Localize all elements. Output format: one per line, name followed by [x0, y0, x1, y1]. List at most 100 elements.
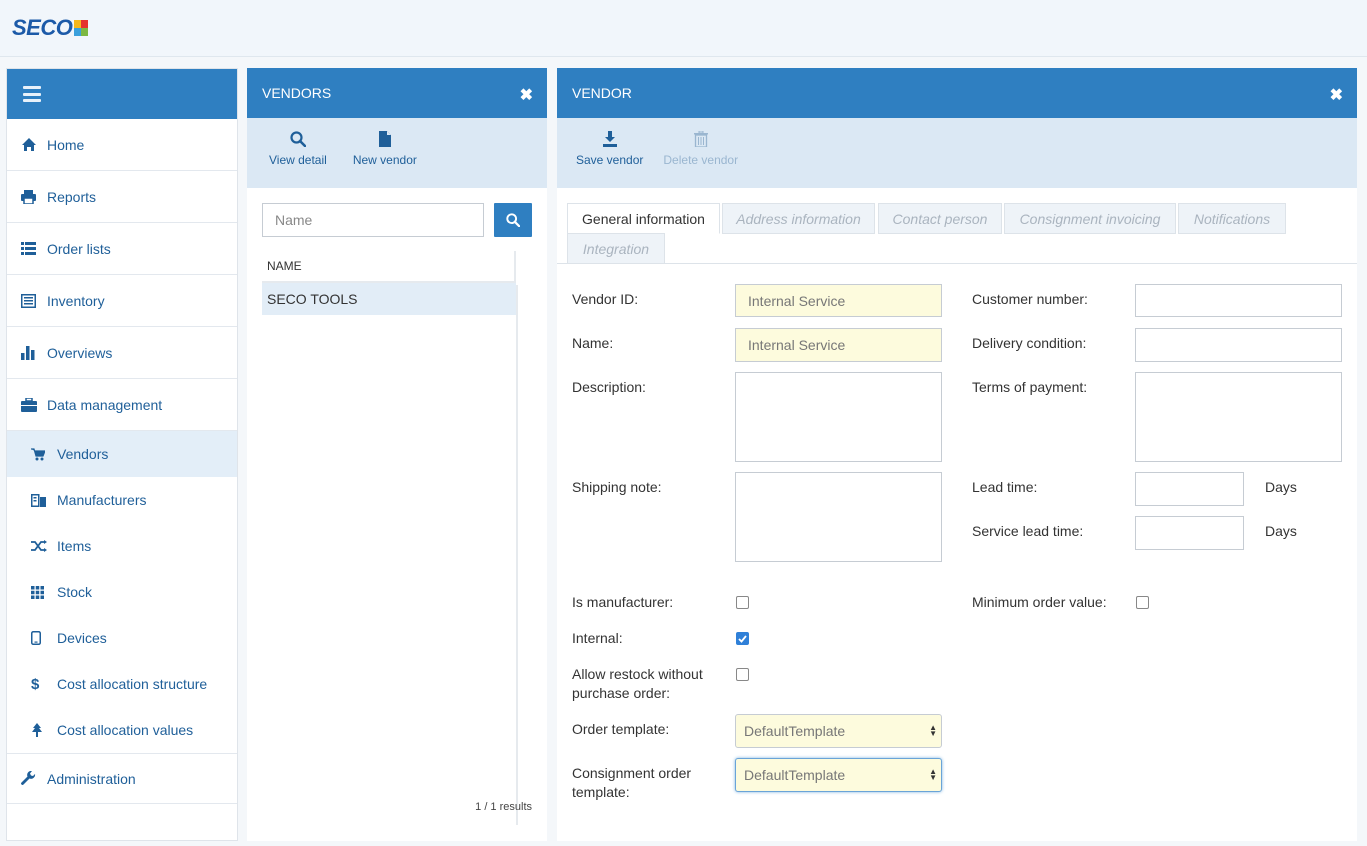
lead-time-label: Lead time:: [972, 479, 1038, 495]
panel-title: VENDOR: [572, 85, 632, 101]
sidebar-item-label: Order lists: [47, 240, 111, 257]
seco-logo[interactable]: SECO: [12, 15, 89, 41]
sidebar-item-label: Cost allocation structure: [57, 676, 208, 692]
view-detail-button[interactable]: View detail: [261, 110, 335, 188]
bar-chart-icon: [21, 345, 47, 360]
sidebar-item-label: Administration: [47, 770, 136, 787]
download-icon: [602, 131, 617, 147]
close-icon[interactable]: ✖: [1330, 85, 1343, 105]
name-label: Name:: [572, 335, 614, 351]
sidebar-item-cost-allocation-values[interactable]: Cost allocation values: [7, 707, 237, 753]
sidebar-item-data-management[interactable]: Data management: [7, 379, 237, 431]
wrench-icon: [21, 771, 47, 786]
save-vendor-button[interactable]: Save vendor: [571, 110, 651, 188]
sidebar-item-stock[interactable]: Stock: [7, 569, 237, 615]
search-icon: [506, 213, 520, 227]
vendor-id-field[interactable]: Internal Service: [735, 284, 942, 317]
vendor-toolbar: Save vendor Delete vendor: [557, 118, 1357, 188]
sidebar-item-label: Reports: [47, 188, 97, 205]
tab-notifications[interactable]: Notifications: [1178, 203, 1286, 234]
panel-title: VENDORS: [262, 85, 332, 101]
tab-contact-person[interactable]: Contact person: [878, 203, 1002, 234]
internal-label: Internal:: [572, 630, 623, 646]
sidebar-item-label: Vendors: [57, 446, 109, 462]
results-count: 1 / 1 results: [475, 801, 532, 813]
grid-icon: [31, 585, 57, 599]
is-manufacturer-checkbox[interactable]: [736, 596, 749, 609]
sidebar-item-home[interactable]: Home: [7, 119, 237, 171]
delete-vendor-button[interactable]: Delete vendor: [655, 110, 746, 188]
tab-address-information[interactable]: Address information: [722, 203, 875, 234]
internal-checkbox[interactable]: [736, 632, 749, 645]
top-bar: SECO: [0, 0, 1367, 57]
service-lead-time-label: Service lead time:: [972, 523, 1084, 539]
home-icon: [21, 137, 47, 152]
sidebar-item-label: Items: [57, 538, 92, 554]
lead-time-field[interactable]: [1135, 472, 1244, 506]
sidebar-item-label: Data management: [47, 396, 163, 413]
delivery-condition-field[interactable]: [1135, 328, 1342, 362]
customer-number-label: Customer number:: [972, 291, 1088, 307]
new-vendor-button[interactable]: New vendor: [345, 110, 425, 188]
sidebar-header: [7, 69, 237, 119]
sidebar-item-cost-allocation-structure[interactable]: $ Cost allocation structure: [7, 661, 237, 707]
tab-general-information[interactable]: General information: [567, 203, 720, 234]
search-button[interactable]: [494, 203, 532, 237]
sidebar-item-reports[interactable]: Reports: [7, 171, 237, 223]
sidebar-item-label: Home: [47, 136, 85, 153]
allow-restock-checkbox[interactable]: [736, 668, 749, 681]
shipping-note-label: Shipping note:: [572, 479, 662, 495]
tab-consignment-invoicing[interactable]: Consignment invoicing: [1004, 203, 1176, 234]
shuffle-icon: [31, 540, 57, 552]
shipping-note-field[interactable]: [735, 472, 942, 562]
name-field[interactable]: Internal Service: [735, 328, 942, 362]
order-template-label: Order template:: [572, 721, 670, 737]
customer-number-field[interactable]: [1135, 284, 1342, 317]
sidebar-item-manufacturers[interactable]: Manufacturers: [7, 477, 237, 523]
terms-of-payment-field[interactable]: [1135, 372, 1342, 462]
sidebar-item-vendors[interactable]: Vendors: [7, 431, 237, 477]
sidebar-item-label: Manufacturers: [57, 492, 147, 508]
tab-integration[interactable]: Integration: [567, 233, 665, 264]
sidebar-item-order-lists[interactable]: Order lists: [7, 223, 237, 275]
close-icon[interactable]: ✖: [520, 85, 533, 105]
sidebar-item-inventory[interactable]: Inventory: [7, 275, 237, 327]
search-input[interactable]: [262, 203, 484, 237]
tabs-divider: [557, 263, 1357, 264]
select-arrows-icon: ▲ ▼: [929, 723, 937, 738]
sidebar-item-administration[interactable]: Administration: [7, 754, 237, 804]
vendor-id-label: Vendor ID:: [572, 291, 639, 307]
logo-mark-icon: [74, 20, 89, 36]
sidebar-item-items[interactable]: Items: [7, 523, 237, 569]
description-field[interactable]: [735, 372, 942, 462]
sidebar-item-label: Overviews: [47, 344, 113, 361]
column-header-name[interactable]: NAME: [262, 251, 516, 283]
inventory-icon: [21, 293, 47, 308]
search-icon: [290, 131, 306, 147]
consignment-template-select[interactable]: DefaultTemplate ▲ ▼: [735, 758, 942, 792]
sidebar-item-overviews[interactable]: Overviews: [7, 327, 237, 379]
scrollbar[interactable]: [516, 285, 518, 825]
is-manufacturer-label: Is manufacturer:: [572, 594, 674, 610]
list-icon: [21, 242, 47, 255]
sidebar-item-devices[interactable]: Devices: [7, 615, 237, 661]
briefcase-icon: [21, 397, 47, 412]
service-lead-time-unit: Days: [1265, 523, 1297, 539]
vendor-panel: VENDOR ✖ Save vendor Delete vendor Gener…: [557, 68, 1357, 841]
table-row[interactable]: SECO TOOLS: [262, 283, 516, 315]
lead-time-unit: Days: [1265, 479, 1297, 495]
file-icon: [378, 131, 391, 147]
dollar-icon: $: [31, 675, 40, 693]
vendors-toolbar: View detail New vendor: [247, 118, 547, 188]
sidebar: Home Reports Order lists Inventory Overv…: [6, 68, 238, 841]
print-icon: [21, 189, 47, 204]
delivery-condition-label: Delivery condition:: [972, 335, 1087, 351]
sidebar-item-label: Stock: [57, 584, 93, 600]
service-lead-time-field[interactable]: [1135, 516, 1244, 550]
minimum-order-value-label: Minimum order value:: [972, 594, 1107, 610]
menu-icon[interactable]: [23, 86, 41, 102]
order-template-select[interactable]: DefaultTemplate ▲ ▼: [735, 714, 942, 748]
sidebar-item-label: Inventory: [47, 292, 105, 309]
minimum-order-value-checkbox[interactable]: [1136, 596, 1149, 609]
sidebar-item-label: Devices: [57, 630, 107, 646]
